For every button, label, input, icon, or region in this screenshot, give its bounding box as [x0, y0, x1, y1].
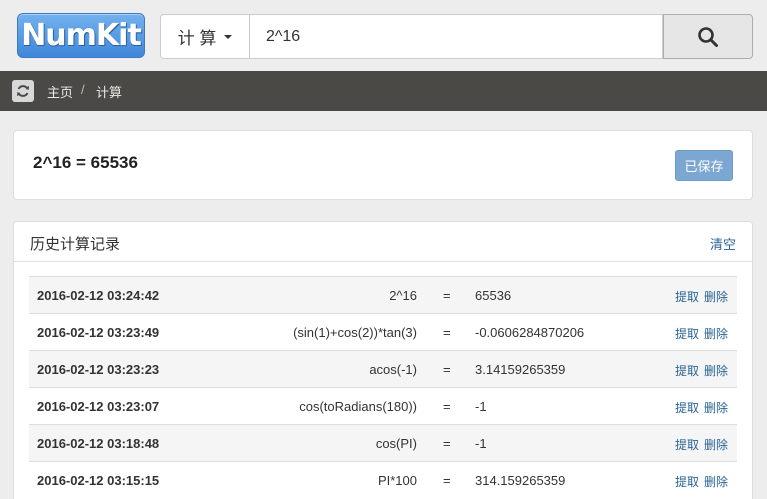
refresh-icon: [17, 85, 29, 97]
history-header: 历史计算记录 清空: [14, 222, 752, 262]
extract-link[interactable]: 提取: [675, 362, 699, 379]
row-equals: =: [443, 288, 451, 303]
row-time: 2016-02-12 03:15:15: [37, 473, 160, 488]
row-equals: =: [443, 399, 451, 414]
extract-link[interactable]: 提取: [675, 399, 699, 416]
row-expression: cos(PI): [375, 436, 417, 451]
breadcrumb-home[interactable]: 主页: [47, 82, 73, 101]
row-expression: cos(toRadians(180)): [299, 399, 417, 414]
caret-down-icon: [224, 34, 233, 39]
table-row: 2016-02-12 03:23:23 acos(-1) = 3.1415926…: [29, 350, 737, 387]
row-expression: (sin(1)+cos(2))*tan(3): [293, 325, 417, 340]
row-time: 2016-02-12 03:23:23: [37, 362, 160, 377]
logo[interactable]: NumKit: [17, 13, 145, 58]
row-time: 2016-02-12 03:18:48: [37, 436, 160, 451]
history-title: 历史计算记录: [30, 236, 121, 253]
row-equals: =: [443, 362, 451, 377]
row-result: -1: [475, 436, 487, 451]
delete-link[interactable]: 删除: [704, 436, 728, 453]
table-row: 2016-02-12 03:23:49 (sin(1)+cos(2))*tan(…: [29, 313, 737, 350]
extract-link[interactable]: 提取: [675, 288, 699, 305]
search-input[interactable]: [250, 14, 663, 59]
breadcrumb-separator: /: [81, 82, 85, 97]
row-result: -0.0606284870206: [475, 325, 585, 340]
search-bar: 计 算: [160, 14, 753, 59]
row-expression: PI*100: [377, 473, 417, 488]
table-row: 2016-02-12 03:15:15 PI*100 = 314.1592653…: [29, 461, 737, 498]
mode-dropdown-button[interactable]: 计 算: [160, 14, 250, 59]
delete-link[interactable]: 删除: [704, 325, 728, 342]
header: NumKit 计 算: [0, 0, 767, 71]
history-table: 2016-02-12 03:24:42 2^16 = 65536 提取 删除 2…: [29, 276, 737, 498]
search-button[interactable]: [663, 14, 753, 59]
history-panel: 历史计算记录 清空 2016-02-12 03:24:42 2^16 = 655…: [13, 221, 753, 499]
row-result: 65536: [475, 288, 512, 303]
mode-dropdown-label: 计 算: [177, 29, 217, 48]
extract-link[interactable]: 提取: [675, 436, 699, 453]
extract-link[interactable]: 提取: [675, 473, 699, 490]
logo-text: NumKit: [21, 18, 142, 53]
delete-link[interactable]: 删除: [704, 362, 728, 379]
row-time: 2016-02-12 03:23:07: [37, 399, 160, 414]
row-equals: =: [443, 325, 451, 340]
result-panel: 2^16 = 65536 已保存: [13, 130, 753, 200]
row-time: 2016-02-12 03:24:42: [37, 288, 160, 303]
row-equals: =: [443, 473, 451, 488]
delete-link[interactable]: 删除: [704, 399, 728, 416]
clear-history-link[interactable]: 清空: [710, 234, 736, 253]
extract-link[interactable]: 提取: [675, 325, 699, 342]
table-row: 2016-02-12 03:23:07 cos(toRadians(180)) …: [29, 387, 737, 424]
search-icon: [698, 26, 718, 47]
row-time: 2016-02-12 03:23:49: [37, 325, 160, 340]
table-row: 2016-02-12 03:18:48 cos(PI) = -1 提取 删除: [29, 424, 737, 461]
row-expression: acos(-1): [369, 362, 417, 377]
saved-button[interactable]: 已保存: [675, 150, 733, 181]
table-row: 2016-02-12 03:24:42 2^16 = 65536 提取 删除: [29, 276, 737, 313]
delete-link[interactable]: 删除: [704, 473, 728, 490]
breadcrumb-bar: 主页 / 计算: [0, 71, 767, 111]
row-result: 314.159265359: [475, 473, 566, 488]
row-expression: 2^16: [389, 288, 417, 303]
delete-link[interactable]: 删除: [704, 288, 728, 305]
refresh-button[interactable]: [12, 80, 34, 102]
row-result: 3.14159265359: [475, 362, 566, 377]
result-text: 2^16 = 65536: [33, 153, 138, 172]
row-result: -1: [475, 399, 487, 414]
row-equals: =: [443, 436, 451, 451]
breadcrumb-current: 计算: [96, 85, 123, 100]
